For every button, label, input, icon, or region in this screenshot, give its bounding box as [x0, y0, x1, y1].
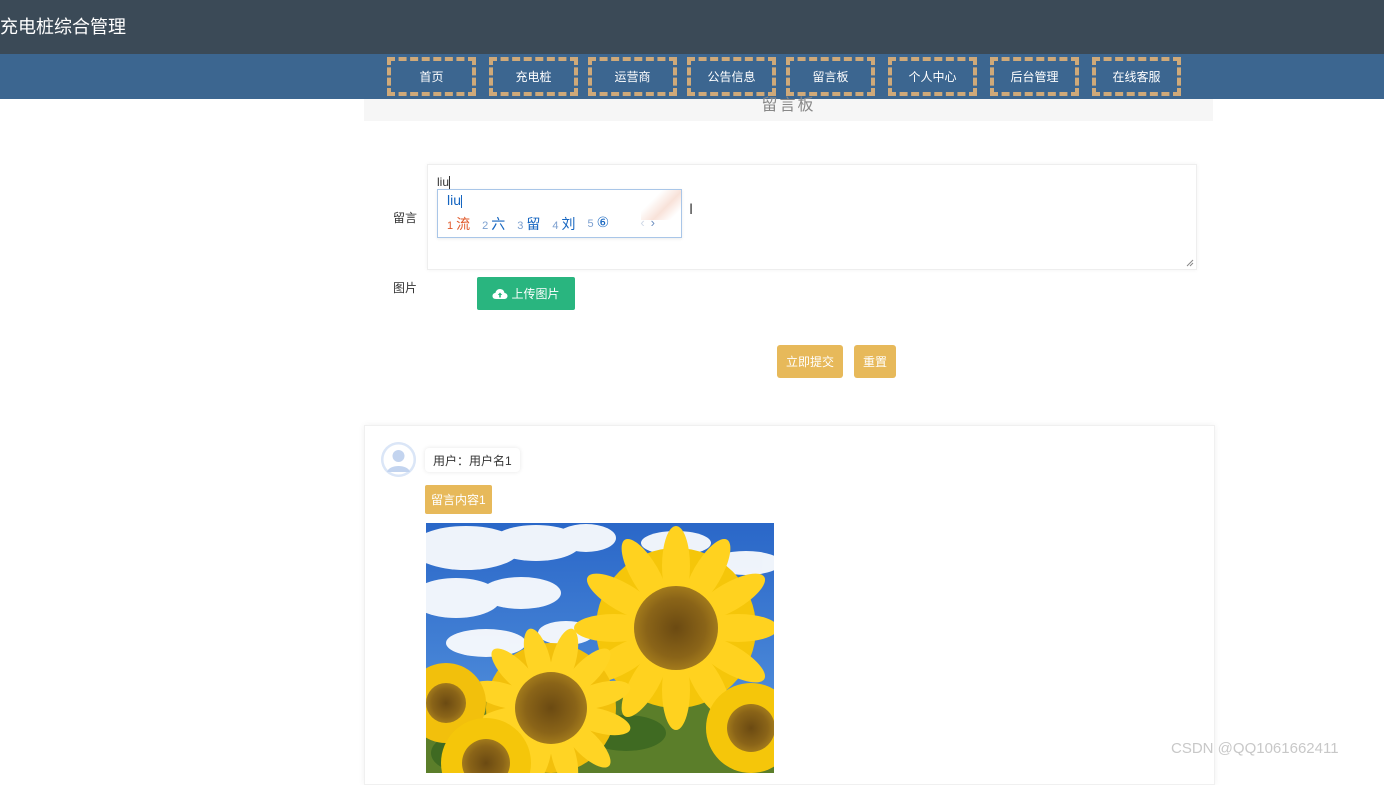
section-header: 留言板 [364, 95, 1213, 121]
ime-page-arrows: ‹› [640, 215, 661, 230]
upload-image-button[interactable]: 上传图片 [477, 277, 575, 310]
text-caret [449, 176, 451, 190]
ime-candidate[interactable]: 1流 [447, 214, 470, 234]
chevron-left-icon[interactable]: ‹ [640, 215, 650, 230]
ime-candidate[interactable]: 5⑥ [588, 214, 610, 234]
text-cursor-icon: I [689, 202, 694, 218]
section-title: 留言板 [761, 95, 816, 114]
site-title: 充电桩综合管理 [0, 17, 126, 37]
reset-button[interactable]: 重置 [854, 345, 896, 378]
user-avatar-icon [381, 442, 416, 477]
ime-candidate[interactable]: 3留 [517, 214, 540, 234]
message-textarea-value: liu [437, 175, 451, 190]
watermark: CSDN @QQ1061662411 [1171, 740, 1339, 757]
message-user-tag: 用户：用户名1 [425, 448, 520, 472]
message-label: 留言 [393, 211, 418, 225]
image-label: 图片 [393, 281, 418, 295]
ime-candidate-list: 1流 2六 3留 4刘 5⑥ [447, 214, 609, 234]
ime-candidate[interactable]: 4刘 [552, 214, 575, 234]
ime-candidate[interactable]: 2六 [482, 214, 505, 234]
user-avatar [381, 442, 416, 477]
ime-candidate-popup: liu 1流 2六 3留 4刘 5⑥ ‹› [437, 189, 682, 238]
message-content: 留言内容1 [425, 485, 492, 514]
cloud-upload-icon [492, 288, 508, 299]
chevron-right-icon[interactable]: › [651, 215, 661, 230]
sunflower-photo [426, 523, 774, 773]
ime-composition: liu [447, 192, 463, 208]
resize-grip-icon[interactable] [1186, 259, 1194, 267]
upload-image-label: 上传图片 [511, 287, 560, 301]
top-header-bar: 充电桩综合管理 [0, 0, 1384, 54]
submit-button[interactable]: 立即提交 [777, 345, 843, 378]
